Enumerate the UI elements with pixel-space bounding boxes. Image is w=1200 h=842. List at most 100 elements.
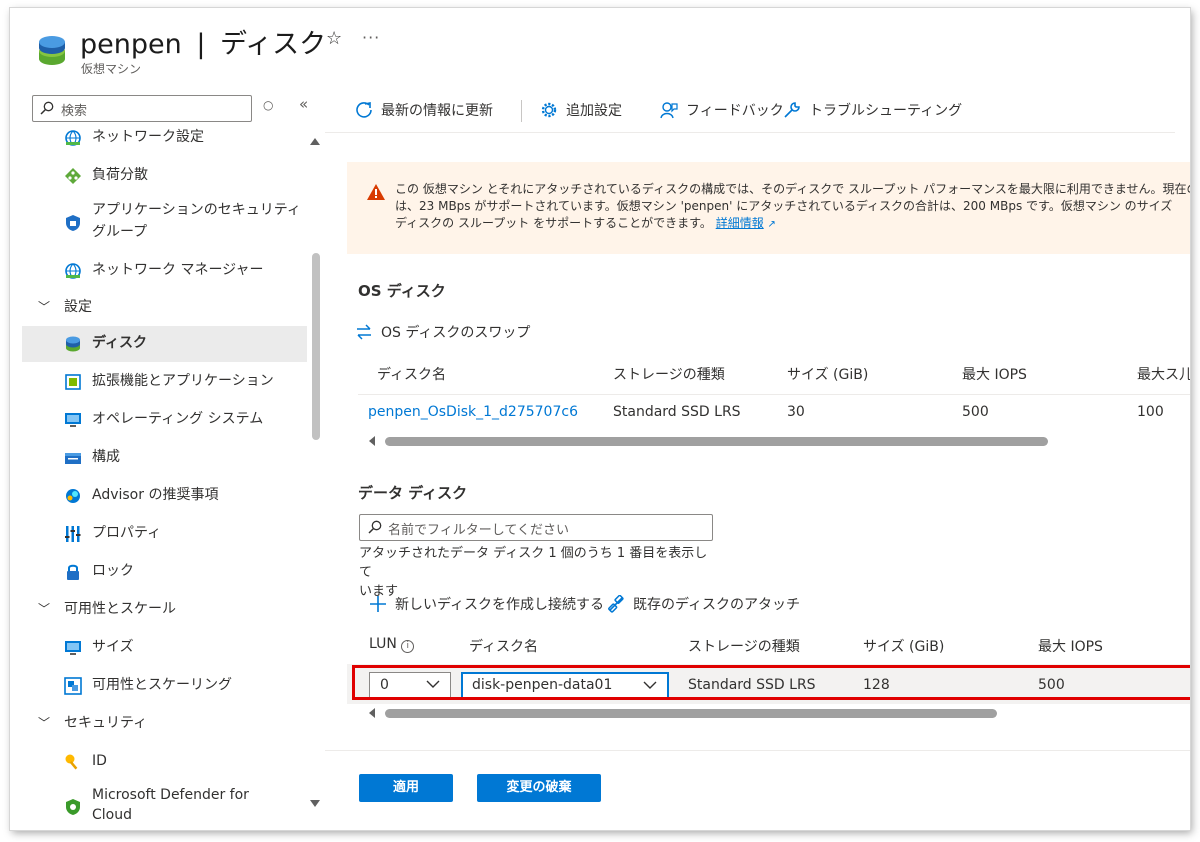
sidebar-item-disks[interactable]: ディスク xyxy=(22,326,307,362)
os-disk-iops: 500 xyxy=(962,404,989,420)
warning-line-3-text: ディスクの スループット をサポートすることができます。 xyxy=(395,216,712,230)
feedback-label: フィードバック xyxy=(686,103,784,119)
os-col-disk-name: ディスク名 xyxy=(377,367,447,383)
collapse-sidebar-icon[interactable]: « xyxy=(299,95,308,113)
apply-button[interactable]: 適用 xyxy=(359,774,453,802)
data-col-size: サイズ (GiB) xyxy=(863,639,945,655)
sidebar-item-load-balancing[interactable]: 負荷分散 xyxy=(22,158,307,194)
info-icon[interactable]: i xyxy=(401,640,415,653)
data-disks-title: データ ディスク xyxy=(358,484,468,502)
data-table-scrollbar-thumb[interactable] xyxy=(385,709,997,718)
sidebar-group-security[interactable]: ﹀ セキュリティ xyxy=(22,706,307,742)
sidebar-item-properties[interactable]: プロパティ xyxy=(22,516,307,552)
virtual-machine-disk-icon xyxy=(39,36,65,65)
star-icon[interactable]: ☆ xyxy=(326,28,342,49)
sidebar-group-settings[interactable]: ﹀ 設定 xyxy=(22,290,307,326)
attach-existing-label: 既存のディスクのアタッチ xyxy=(633,597,801,613)
row-highlight-box xyxy=(352,665,1190,700)
sidebar-item-availability-scaling[interactable]: 可用性とスケーリング xyxy=(22,668,307,704)
sidebar-group-availability-scale[interactable]: ﹀ 可用性とスケール xyxy=(22,592,307,628)
learn-more-link[interactable]: 詳細情報 xyxy=(716,216,764,230)
defender-icon xyxy=(66,799,80,815)
sidebar-item-label: プロパティ xyxy=(92,525,162,541)
search-placeholder: 検索 xyxy=(61,104,88,119)
attach-existing-disk-button[interactable]: 既存のディスクのアタッチ xyxy=(607,594,800,614)
sidebar-item-network-manager[interactable]: ネットワーク マネージャー xyxy=(22,253,307,289)
scroll-left-arrow-icon[interactable] xyxy=(369,708,375,718)
os-col-max-throughput: 最大ス儿 xyxy=(1137,367,1190,383)
command-bar: 最新の情報に更新 追加設定 フィードバック トラブルシューティング xyxy=(325,88,1175,133)
plus-icon xyxy=(370,596,386,612)
gear-icon xyxy=(541,102,557,118)
os-header-divider xyxy=(358,394,1190,395)
scroll-left-arrow-icon[interactable] xyxy=(369,436,375,446)
sidebar-group-label: 設定 xyxy=(64,299,92,315)
refresh-icon xyxy=(356,102,372,118)
sidebar-settings-icon[interactable]: ○ xyxy=(263,98,273,112)
refresh-button[interactable]: 最新の情報に更新 xyxy=(355,100,493,122)
sidebar-item-operating-system[interactable]: オペレーティング システム xyxy=(22,402,307,438)
os-disk-name-link[interactable]: penpen_OsDisk_1_d275707c6 xyxy=(368,404,596,420)
search-icon xyxy=(368,520,382,534)
create-attach-label: 新しいディスクを作成し接続する xyxy=(395,597,605,613)
os-disk-title: OS ディスク xyxy=(358,282,446,300)
configuration-icon xyxy=(65,453,81,464)
resource-name: penpen xyxy=(80,29,182,60)
lun-label: LUN xyxy=(369,636,397,652)
swap-icon xyxy=(357,324,371,340)
os-col-max-iops: 最大 IOPS xyxy=(962,367,1027,383)
discard-changes-button[interactable]: 変更の破棄 xyxy=(477,774,601,802)
create-attach-disk-button[interactable]: 新しいディスクを作成し接続する xyxy=(369,594,604,614)
data-disk-filter-input[interactable]: 名前でフィルターしてください xyxy=(359,514,713,541)
sidebar-scrollbar-thumb[interactable] xyxy=(312,253,320,440)
sidebar-search-input[interactable]: 検索 xyxy=(32,95,252,122)
swap-label: OS ディスクのスワップ xyxy=(381,325,531,341)
sidebar-item-advisor[interactable]: Advisor の推奨事項 xyxy=(22,478,307,514)
main-content: 最新の情報に更新 追加設定 フィードバック トラブルシューティング この 仮想マ… xyxy=(325,88,1190,830)
sidebar-item-label: 構成 xyxy=(92,449,120,465)
identity-icon xyxy=(65,754,78,770)
sidebar-item-extensions[interactable]: 拡張機能とアプリケーション xyxy=(22,364,307,400)
filter-placeholder: 名前でフィルターしてください xyxy=(388,523,569,538)
sidebar-item-identity[interactable]: ID xyxy=(22,744,307,780)
chevron-down-icon: ﹀ xyxy=(38,300,51,314)
sidebar-item-label: Microsoft Defender for xyxy=(92,787,249,803)
chevron-down-icon: ﹀ xyxy=(38,716,51,730)
sidebar-item-label: ID xyxy=(92,753,107,769)
feedback-icon xyxy=(660,102,678,119)
attach-icon xyxy=(608,595,624,613)
more-icon[interactable]: ··· xyxy=(362,28,380,47)
scroll-up-arrow-icon[interactable] xyxy=(310,138,320,145)
sidebar-item-label: ネットワーク設定 xyxy=(92,129,204,145)
feedback-button[interactable]: フィードバック xyxy=(660,100,784,122)
external-link-icon: ↗ xyxy=(767,219,776,230)
sidebar-item-lock[interactable]: ロック xyxy=(22,554,307,590)
troubleshoot-button[interactable]: トラブルシューティング xyxy=(783,100,962,122)
sidebar-group-label: 可用性とスケール xyxy=(64,601,176,617)
sidebar-item-network-settings[interactable]: ネットワーク設定 xyxy=(22,120,307,156)
sidebar-item-label: ロック xyxy=(92,563,134,579)
sidebar-item-size[interactable]: サイズ xyxy=(22,630,307,666)
sidebar-item-configuration[interactable]: 構成 xyxy=(22,440,307,476)
os-table-scrollbar-thumb[interactable] xyxy=(385,437,1048,446)
throughput-warning-banner: この 仮想マシン とそれにアタッチされているディスクの構成では、そのディスクで … xyxy=(347,162,1190,254)
warning-line-3: ディスクの スループット をサポートすることができます。 詳細情報 ↗ xyxy=(395,215,1190,233)
sidebar-item-defender[interactable]: Microsoft Defender for Cloud xyxy=(22,782,307,822)
data-disk-count-text: アタッチされたデータ ディスク 1 個のうち 1 番目を表示して います xyxy=(359,544,719,601)
sidebar-item-label: オペレーティング システム xyxy=(92,411,264,427)
sidebar-item-label: 拡張機能とアプリケーション xyxy=(92,373,274,389)
sidebar-item-label-line2: グループ xyxy=(92,224,148,240)
lock-icon xyxy=(67,564,79,580)
sidebar-item-app-security-group[interactable]: アプリケーションのセキュリティ グループ xyxy=(22,196,307,252)
scroll-down-arrow-icon[interactable] xyxy=(310,800,320,807)
additional-settings-button[interactable]: 追加設定 xyxy=(540,100,622,122)
data-col-max-iops: 最大 IOPS xyxy=(1038,639,1103,655)
sidebar-group-label: セキュリティ xyxy=(64,715,148,731)
warning-line-2: は、23 MBps がサポートされています。仮想マシン 'penpen' にアタ… xyxy=(395,199,1173,213)
data-col-lun: LUN i xyxy=(369,636,415,653)
data-col-disk-name: ディスク名 xyxy=(469,639,539,655)
swap-os-disk-button[interactable]: OS ディスクのスワップ xyxy=(355,322,530,342)
os-disk-size: 30 xyxy=(787,404,805,420)
title-separator: | xyxy=(196,29,206,60)
page-title: penpen | ディスク xyxy=(80,22,326,61)
